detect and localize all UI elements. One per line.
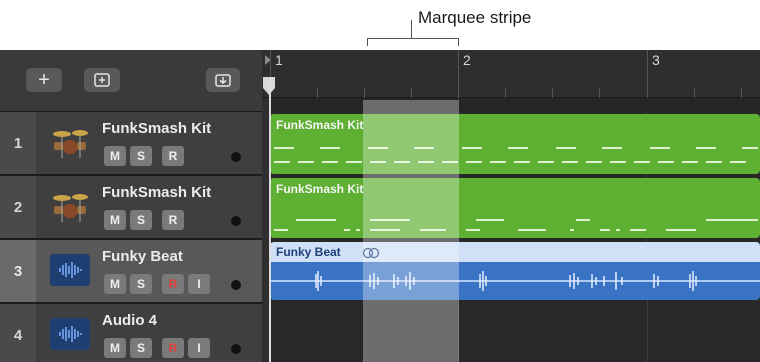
bar-number-3: 3 [652, 52, 660, 68]
drummer-region[interactable]: FunkSmash Kit [270, 114, 760, 174]
track-body: FunkSmash Kit M S R [36, 112, 262, 174]
track-header-3[interactable]: 3 Funky Beat M S R I [0, 240, 262, 304]
bar-number-1: 1 [275, 52, 283, 68]
beat-tick [741, 88, 742, 98]
record-enable-button[interactable]: R [162, 338, 184, 358]
audio-region[interactable]: Funky Beat [270, 242, 760, 300]
track-header-2[interactable]: 2 FunkSmash Kit M S R [0, 176, 262, 240]
track-number: 4 [0, 304, 36, 362]
audio-waveform-icon [50, 318, 90, 350]
drummer-pattern [274, 147, 758, 163]
folder-plus-icon [94, 73, 110, 87]
track-number: 3 [0, 240, 36, 302]
new-track-stack-button[interactable] [84, 68, 120, 92]
record-dot-icon [231, 216, 241, 226]
drum-kit-icon [53, 130, 88, 158]
beat-tick [599, 88, 600, 98]
bar-line-3 [647, 50, 648, 98]
drummer-pattern [274, 219, 758, 231]
callout-bracket-horizontal [367, 38, 459, 39]
input-monitoring-button[interactable]: I [188, 338, 210, 358]
callout-bracket-left [367, 38, 368, 46]
record-enable-button[interactable]: R [162, 274, 184, 294]
track-body: Funky Beat M S R I [36, 240, 262, 302]
track-body: FunkSmash Kit M S R [36, 176, 262, 238]
track-number: 2 [0, 176, 36, 238]
beat-tick [694, 88, 695, 98]
mute-button[interactable]: M [104, 274, 126, 294]
solo-button[interactable]: S [130, 210, 152, 230]
arrow-down-tray-icon [215, 74, 231, 87]
record-dot-icon [231, 280, 241, 290]
mute-button[interactable]: M [104, 210, 126, 230]
input-monitoring-button[interactable]: I [188, 274, 210, 294]
track-number: 1 [0, 112, 36, 174]
audio-region-header [270, 242, 760, 262]
mute-button[interactable]: M [104, 146, 126, 166]
import-audio-button[interactable] [206, 68, 240, 92]
beat-tick [364, 88, 365, 98]
track-name: Funky Beat [102, 248, 183, 265]
beat-tick [317, 88, 318, 98]
bar-number-2: 2 [463, 52, 471, 68]
track-header-1[interactable]: 1 FunkSmash Kit M S R [0, 112, 262, 176]
beat-tick [411, 88, 412, 98]
bar-line-2 [458, 50, 459, 98]
drum-kit-icon [53, 194, 88, 222]
bar-ruler[interactable]: 1 2 3 [262, 50, 760, 98]
record-dot-icon [231, 344, 241, 354]
audio-waveform-icon [50, 254, 90, 286]
track-name: Audio 4 [102, 312, 157, 329]
track-header-toolbar: + [0, 50, 262, 112]
track-body: Audio 4 M S R I [36, 304, 262, 362]
record-dot-icon [231, 152, 241, 162]
region-title: Funky Beat [276, 245, 341, 259]
playhead-line[interactable] [269, 80, 271, 362]
track-header-4[interactable]: 4 Audio 4 M S R I [0, 304, 262, 362]
solo-button[interactable]: S [130, 146, 152, 166]
track-name: FunkSmash Kit [102, 184, 212, 201]
drummer-region[interactable]: FunkSmash Kit [270, 178, 760, 238]
solo-button[interactable]: S [130, 274, 152, 294]
marquee-stripe[interactable] [363, 100, 459, 362]
track-name: FunkSmash Kit [102, 120, 212, 137]
plus-icon: + [38, 69, 50, 91]
solo-button[interactable]: S [130, 338, 152, 358]
audio-waveform [270, 271, 760, 291]
record-enable-button[interactable]: R [162, 210, 184, 230]
marquee-stripe-callout-label: Marquee stripe [418, 8, 532, 27]
record-enable-button[interactable]: R [162, 146, 184, 166]
beat-tick [552, 88, 553, 98]
beat-tick [505, 88, 506, 98]
mute-button[interactable]: M [104, 338, 126, 358]
tracks-area[interactable]: FunkSmash Kit FunkSmash Kit Funky Beat [270, 112, 760, 362]
callout-leader-vertical [411, 20, 412, 38]
add-track-button[interactable]: + [26, 68, 62, 92]
callout-bracket-right [458, 38, 459, 46]
